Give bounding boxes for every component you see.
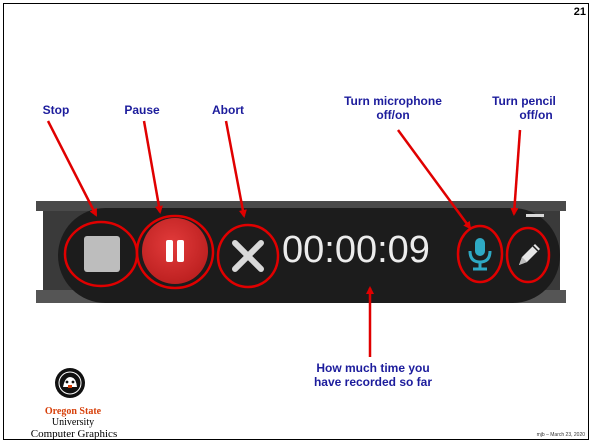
pause-icon-bar-left [166, 240, 173, 262]
microphone-toggle-button[interactable] [463, 234, 497, 274]
slide: 21 Stop Pause Abort Turn microphone off/… [0, 0, 596, 447]
stop-button[interactable] [84, 236, 120, 272]
pause-label: Pause [124, 103, 160, 117]
recorded-time-label-line2: have recorded so far [313, 375, 433, 389]
recorded-time-label-line1: How much time you [316, 361, 430, 375]
stop-label: Stop [42, 103, 70, 117]
beaver-seal-icon [55, 368, 85, 398]
beaver-seal-graphic [56, 369, 84, 397]
pencil-icon [519, 244, 540, 265]
abort-button[interactable] [228, 236, 268, 276]
logo-university-text: University [51, 417, 95, 428]
microphone-label-line2: off/on [376, 108, 410, 122]
minimize-icon[interactable] [526, 214, 544, 217]
pencil-label: Turn pencil off/on [474, 94, 574, 122]
pencil-toggle-button[interactable] [513, 238, 543, 272]
slide-number: 21 [573, 6, 586, 18]
abort-label: Abort [212, 103, 244, 117]
pause-button[interactable] [142, 218, 208, 284]
logo-department-text: Computer Graphics [30, 428, 118, 440]
close-x-icon [232, 240, 264, 272]
microphone-icon [468, 238, 492, 271]
recording-timer: 00:00:09 [282, 229, 430, 271]
osu-logo: Oregon State University Computer Graphic… [12, 362, 132, 442]
logo-institution-name: Oregon State [44, 406, 102, 417]
pencil-label-line2: off/on [519, 108, 553, 122]
pencil-label-line1: Turn pencil [492, 94, 556, 108]
pause-icon-bar-right [177, 240, 184, 262]
recorded-time-label: How much time you have recorded so far [298, 361, 448, 389]
slide-footer: mjb – March 23, 2020 [536, 432, 585, 438]
microphone-label-line1: Turn microphone [344, 94, 442, 108]
microphone-label: Turn microphone off/on [328, 94, 458, 122]
